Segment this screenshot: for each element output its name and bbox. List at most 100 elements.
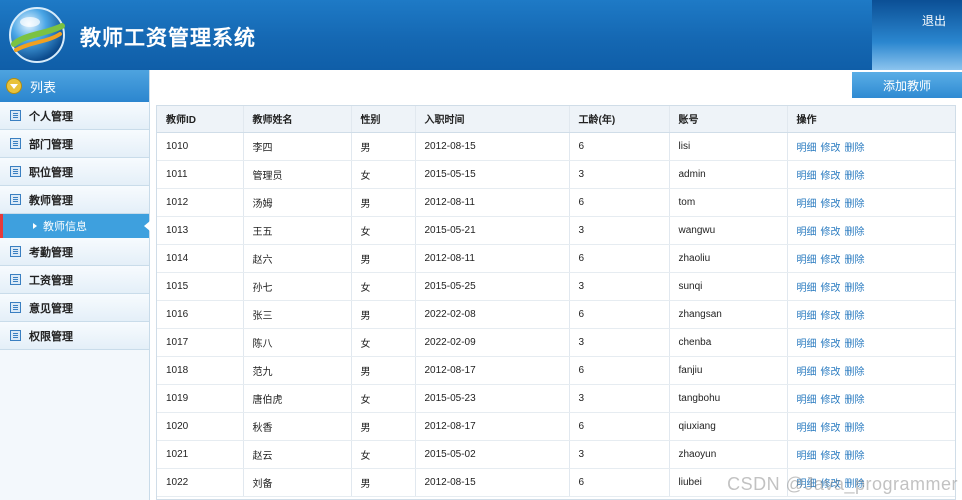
detail-link[interactable]: 明细: [797, 255, 817, 266]
delete-link[interactable]: 删除: [845, 423, 865, 434]
delete-link[interactable]: 删除: [845, 367, 865, 378]
table-row: 1017 陈八女 2022-02-09 3 chenba 明细 修改 删除: [157, 328, 955, 357]
table-cell: 张三: [243, 300, 352, 329]
table-cell: 2012-08-11: [415, 244, 570, 273]
delete-link[interactable]: 删除: [845, 227, 865, 238]
delete-link[interactable]: 删除: [845, 395, 865, 406]
delete-link[interactable]: 删除: [845, 339, 865, 350]
edit-link[interactable]: 修改: [821, 227, 841, 238]
detail-link[interactable]: 明细: [797, 143, 817, 154]
table-row: 1012 汤姆男 2012-08-11 6 tom 明细 修改 删除: [157, 188, 955, 217]
detail-link[interactable]: 明细: [797, 227, 817, 238]
detail-link[interactable]: 明细: [797, 199, 817, 210]
table-cell: 1021: [157, 440, 244, 469]
detail-link[interactable]: 明细: [797, 423, 817, 434]
table-cell: 汤姆: [243, 188, 352, 217]
detail-link[interactable]: 明细: [797, 367, 817, 378]
delete-link[interactable]: 删除: [845, 143, 865, 154]
detail-link[interactable]: 明细: [797, 283, 817, 294]
table-cell: 2015-05-15: [415, 160, 570, 189]
edit-link[interactable]: 修改: [821, 199, 841, 210]
table-cell: 3: [569, 440, 670, 469]
edit-link[interactable]: 修改: [821, 423, 841, 434]
table-cell: 女: [351, 384, 416, 413]
table-cell: 赵六: [243, 244, 352, 273]
delete-link[interactable]: 删除: [845, 451, 865, 462]
table-cell: 刘备: [243, 468, 352, 497]
sidebar-item-label: 个人管理: [29, 110, 73, 123]
edit-link[interactable]: 修改: [821, 283, 841, 294]
edit-link[interactable]: 修改: [821, 367, 841, 378]
actions-cell: 明细 修改 删除: [787, 328, 955, 357]
sidebar-item[interactable]: 意见管理: [0, 294, 149, 322]
delete-link[interactable]: 删除: [845, 255, 865, 266]
sidebar-item[interactable]: 职位管理: [0, 158, 149, 186]
delete-link[interactable]: 删除: [845, 171, 865, 182]
header-sky-decoration: [872, 0, 962, 70]
delete-link[interactable]: 删除: [845, 199, 865, 210]
app-title: 教师工资管理系统: [80, 27, 256, 50]
table-cell: qiuxiang: [669, 412, 788, 441]
table-cell: 3: [569, 272, 670, 301]
table-cell: 1016: [157, 300, 244, 329]
actions-cell: 明细 修改 删除: [787, 384, 955, 413]
column-header: 工龄(年): [569, 106, 670, 133]
delete-link[interactable]: 删除: [845, 283, 865, 294]
table-cell: 女: [351, 272, 416, 301]
detail-link[interactable]: 明细: [797, 451, 817, 462]
table-cell: 2012-08-17: [415, 356, 570, 385]
table-cell: wangwu: [669, 216, 788, 245]
edit-link[interactable]: 修改: [821, 311, 841, 322]
sidebar-item-label: 职位管理: [29, 166, 73, 179]
sidebar-item[interactable]: 考勤管理: [0, 238, 149, 266]
sidebar-item[interactable]: 权限管理: [0, 322, 149, 350]
column-header: 账号: [669, 106, 788, 133]
edit-link[interactable]: 修改: [821, 395, 841, 406]
sidebar-item[interactable]: 工资管理: [0, 266, 149, 294]
table-cell: 1018: [157, 356, 244, 385]
table-cell: lisi: [669, 132, 788, 161]
actions-cell: 明细 修改 删除: [787, 160, 955, 189]
logout-link[interactable]: 退出: [922, 12, 946, 29]
actions-cell: 明细 修改 删除: [787, 216, 955, 245]
delete-link[interactable]: 删除: [845, 311, 865, 322]
column-header: 教师ID: [157, 106, 244, 133]
column-header: 性别: [351, 106, 416, 133]
edit-link[interactable]: 修改: [821, 451, 841, 462]
detail-link[interactable]: 明细: [797, 171, 817, 182]
table-cell: 男: [351, 468, 416, 497]
table-cell: 2015-05-02: [415, 440, 570, 469]
detail-link[interactable]: 明细: [797, 311, 817, 322]
table-cell: 男: [351, 244, 416, 273]
table-row: 1014 赵六男 2012-08-11 6 zhaoliu 明细 修改 删除: [157, 244, 955, 273]
table-row: 1020 秋香男 2012-08-17 6 qiuxiang 明细 修改 删除: [157, 412, 955, 441]
table-cell: 1012: [157, 188, 244, 217]
table-cell: zhangsan: [669, 300, 788, 329]
edit-link[interactable]: 修改: [821, 143, 841, 154]
table-cell: 1019: [157, 384, 244, 413]
table-cell: zhaoliu: [669, 244, 788, 273]
table-cell: 3: [569, 216, 670, 245]
main-content: 添加教师 教师ID 教师姓名 性别 入职时间 工龄(年) 账号 操作 1010 李四男 2012…: [150, 70, 962, 500]
sidebar-subitem-label: 教师信息: [43, 221, 87, 233]
detail-link[interactable]: 明细: [797, 339, 817, 350]
sidebar-subitem[interactable]: 教师信息: [0, 214, 150, 238]
sidebar-item[interactable]: 教师管理: [0, 186, 149, 214]
table-cell: 3: [569, 384, 670, 413]
edit-link[interactable]: 修改: [821, 255, 841, 266]
edit-link[interactable]: 修改: [821, 339, 841, 350]
sidebar-item[interactable]: 个人管理: [0, 102, 149, 130]
sidebar-item-label: 工资管理: [29, 274, 73, 287]
table-cell: 男: [351, 300, 416, 329]
table-cell: 女: [351, 160, 416, 189]
add-teacher-button[interactable]: 添加教师: [852, 72, 962, 98]
actions-cell: 明细 修改 删除: [787, 356, 955, 385]
detail-link[interactable]: 明细: [797, 395, 817, 406]
edit-link[interactable]: 修改: [821, 171, 841, 182]
list-doc-icon: [10, 274, 21, 285]
sidebar-header[interactable]: 列表: [0, 70, 149, 102]
sidebar-item-label: 权限管理: [29, 330, 73, 343]
sidebar-item[interactable]: 部门管理: [0, 130, 149, 158]
table-cell: 1010: [157, 132, 244, 161]
table-cell: 男: [351, 132, 416, 161]
